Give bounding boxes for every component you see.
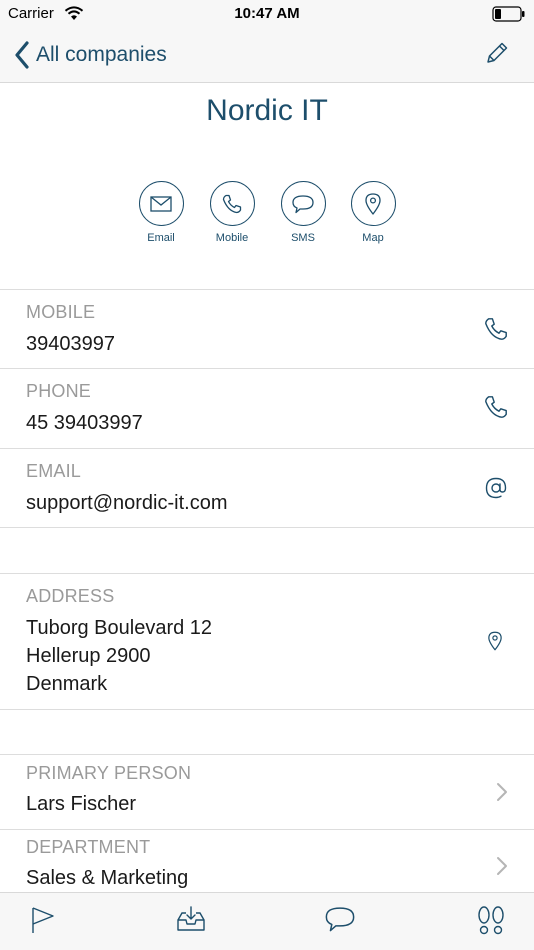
mobile-action-label: Mobile <box>215 232 249 244</box>
email-action-label: Email <box>147 232 175 244</box>
call-phone-button[interactable] <box>484 394 508 425</box>
primary-person-label: PRIMARY PERSON <box>26 763 192 783</box>
map-pin-icon <box>488 631 502 651</box>
address-line-country: Denmark <box>26 673 108 695</box>
back-button-label: All companies <box>36 43 167 66</box>
mobile-action-button[interactable]: Mobile <box>197 181 267 244</box>
phone-icon <box>485 396 507 418</box>
address-label: ADDRESS <box>26 586 115 606</box>
phone-value: 45 39403997 <box>26 412 143 434</box>
edit-button[interactable] <box>484 40 510 71</box>
map-action-label: Map <box>362 232 384 244</box>
map-action-button[interactable]: Map <box>338 181 408 244</box>
page-title: Nordic IT <box>206 94 328 127</box>
sms-action-label: SMS <box>291 232 315 244</box>
inbox-download-icon <box>177 906 205 931</box>
department-row[interactable]: DEPARTMENT Sales & Marketing <box>0 830 534 892</box>
chevron-right-icon <box>496 782 508 807</box>
mobile-label: MOBILE <box>26 302 96 322</box>
chat-bubble-icon <box>325 907 355 932</box>
department-value: Sales & Marketing <box>26 867 189 889</box>
footprints-icon <box>478 906 504 935</box>
send-email-button[interactable] <box>484 476 508 505</box>
chevron-right-icon <box>496 856 508 881</box>
tab-flag[interactable] <box>30 905 56 940</box>
primary-person-row[interactable]: PRIMARY PERSON Lars Fischer <box>0 755 534 829</box>
tab-messages[interactable] <box>325 905 355 938</box>
company-detail[interactable]: Nordic IT Email Mobile SMS Map MOBILE 39… <box>0 84 534 892</box>
department-label: DEPARTMENT <box>26 837 151 857</box>
phone-row[interactable]: PHONE 45 39403997 <box>0 369 534 448</box>
at-sign-icon <box>485 477 507 499</box>
mobile-row[interactable]: MOBILE 39403997 <box>0 290 534 368</box>
chat-bubble-icon <box>292 194 314 213</box>
address-line-city: Hellerup 2900 <box>26 645 151 667</box>
navigation-bar: All companies <box>0 28 534 83</box>
phone-icon <box>485 318 507 340</box>
map-pin-icon <box>365 192 381 215</box>
chevron-left-icon <box>15 41 29 69</box>
section-spacer <box>0 528 534 573</box>
pencil-icon <box>487 42 508 63</box>
tab-activities[interactable] <box>476 905 506 942</box>
phone-icon <box>222 194 242 213</box>
phone-label: PHONE <box>26 381 92 401</box>
flag-icon <box>32 907 54 933</box>
sms-action-button[interactable]: SMS <box>268 181 338 244</box>
status-bar: Carrier 10:47 AM <box>0 0 534 28</box>
email-label: EMAIL <box>26 461 82 481</box>
mobile-value: 39403997 <box>26 333 115 355</box>
envelope-icon <box>150 195 172 212</box>
email-value: support@nordic-it.com <box>26 492 228 514</box>
tab-bar <box>0 892 534 950</box>
battery-icon <box>492 6 526 27</box>
address-row[interactable]: ADDRESS Tuborg Boulevard 12 Hellerup 290… <box>0 574 534 709</box>
section-spacer <box>0 710 534 754</box>
tab-inbox[interactable] <box>176 905 206 938</box>
open-map-button[interactable] <box>488 631 502 656</box>
primary-person-value: Lars Fischer <box>26 793 137 815</box>
email-action-button[interactable]: Email <box>126 181 196 244</box>
back-button[interactable]: All companies <box>14 38 167 72</box>
address-line-street: Tuborg Boulevard 12 <box>26 617 213 639</box>
call-mobile-button[interactable] <box>484 316 508 347</box>
email-row[interactable]: EMAIL support@nordic-it.com <box>0 449 534 527</box>
clock: 10:47 AM <box>234 5 300 22</box>
